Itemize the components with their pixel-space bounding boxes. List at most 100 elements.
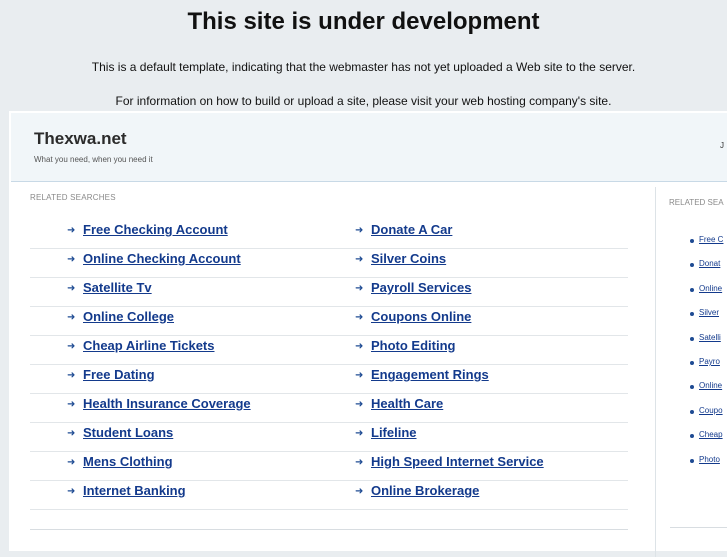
sidebar-section-label: RELATED SEA xyxy=(669,198,724,207)
sidebar-link[interactable]: Silver xyxy=(699,308,719,317)
table-row: ➜ Satellite Tv ➜ Payroll Services xyxy=(30,278,628,307)
notice-line-2: For information on how to build or uploa… xyxy=(115,94,612,108)
sidebar-link[interactable]: Satelli xyxy=(699,333,721,342)
arrow-right-icon: ➜ xyxy=(355,370,364,381)
arrow-right-icon: ➜ xyxy=(67,370,76,381)
search-link-item[interactable]: ➜ Mens Clothing xyxy=(67,452,173,480)
sidebar-link[interactable]: Cheap xyxy=(699,430,723,439)
header-right-text: J xyxy=(720,141,724,150)
arrow-right-icon: ➜ xyxy=(355,341,364,352)
bullet-icon xyxy=(690,434,694,439)
search-link[interactable]: Engagement Rings xyxy=(371,365,489,385)
arrow-right-icon: ➜ xyxy=(67,225,76,236)
bullet-icon xyxy=(690,263,694,268)
search-link-item[interactable]: ➜ Lifeline xyxy=(355,423,417,451)
sidebar-link[interactable]: Donat xyxy=(699,259,720,268)
search-link[interactable]: Internet Banking xyxy=(83,481,186,501)
arrow-right-icon: ➜ xyxy=(67,254,76,265)
bullet-icon xyxy=(690,312,694,317)
search-link-item[interactable]: ➜ Satellite Tv xyxy=(67,278,152,306)
search-link[interactable]: Free Checking Account xyxy=(83,220,228,240)
main-bottom-divider xyxy=(30,529,628,530)
search-link[interactable]: Health Care xyxy=(371,394,443,414)
arrow-right-icon: ➜ xyxy=(67,428,76,439)
search-link-item[interactable]: ➜ Health Insurance Coverage xyxy=(67,394,251,422)
notice-title: This site is under development xyxy=(187,8,540,35)
search-link-item[interactable]: ➜ Cheap Airline Tickets xyxy=(67,336,215,364)
search-link[interactable]: Cheap Airline Tickets xyxy=(83,336,215,356)
search-link[interactable]: Online College xyxy=(83,307,174,327)
search-link-item[interactable]: ➜ Health Care xyxy=(355,394,443,422)
arrow-right-icon: ➜ xyxy=(355,312,364,323)
search-link[interactable]: Photo Editing xyxy=(371,336,455,356)
search-link[interactable]: Mens Clothing xyxy=(83,452,173,472)
bullet-icon xyxy=(690,458,694,463)
sidebar-link[interactable]: Online xyxy=(699,284,722,293)
table-row: ➜ Online College ➜ Coupons Online xyxy=(30,307,628,336)
search-link-item[interactable]: ➜ Online College xyxy=(67,307,174,335)
site-tagline: What you need, when you need it xyxy=(34,155,153,164)
search-link[interactable]: Lifeline xyxy=(371,423,417,443)
notice-line-1: This is a default template, indicating t… xyxy=(91,60,636,74)
search-link-item[interactable]: ➜ Online Checking Account xyxy=(67,249,241,277)
arrow-right-icon: ➜ xyxy=(355,428,364,439)
table-row: ➜ Health Insurance Coverage ➜ Health Care xyxy=(30,394,628,423)
table-row: ➜ Mens Clothing ➜ High Speed Internet Servi… xyxy=(30,452,628,481)
bullet-icon xyxy=(690,336,694,341)
search-link[interactable]: Online Brokerage xyxy=(371,481,479,501)
search-link[interactable]: Online Checking Account xyxy=(83,249,241,269)
sidebar-link[interactable]: Photo xyxy=(699,455,720,464)
sidebar-bottom-divider xyxy=(670,527,727,528)
section-label: RELATED SEARCHES xyxy=(30,193,116,202)
bullet-icon xyxy=(690,361,694,365)
sidebar-link[interactable]: Payro xyxy=(699,357,720,366)
bullet-icon xyxy=(690,409,694,414)
search-link-item[interactable]: ➜ Internet Banking xyxy=(67,481,186,509)
search-link-item[interactable]: ➜ Free Dating xyxy=(67,365,155,393)
search-link-item[interactable]: ➜ Coupons Online xyxy=(355,307,471,335)
search-link[interactable]: Donate A Car xyxy=(371,220,452,240)
arrow-right-icon: ➜ xyxy=(355,283,364,294)
search-link-item[interactable]: ➜ Donate A Car xyxy=(355,220,452,248)
search-link[interactable]: Free Dating xyxy=(83,365,155,385)
arrow-right-icon: ➜ xyxy=(355,254,364,265)
arrow-right-icon: ➜ xyxy=(355,486,364,497)
search-link-item[interactable]: ➜ High Speed Internet Service xyxy=(355,452,544,480)
site-header: Thexwa.net What you need, when you need … xyxy=(11,113,727,182)
arrow-right-icon: ➜ xyxy=(355,457,364,468)
sidebar-link[interactable]: Coupo xyxy=(699,406,723,415)
sidebar-link[interactable]: Free C xyxy=(699,235,723,244)
search-link-item[interactable]: ➜ Engagement Rings xyxy=(355,365,489,393)
search-link[interactable]: Payroll Services xyxy=(371,278,471,298)
arrow-right-icon: ➜ xyxy=(67,312,76,323)
site-name[interactable]: Thexwa.net xyxy=(34,129,127,149)
search-link[interactable]: High Speed Internet Service xyxy=(371,452,544,472)
bullet-icon xyxy=(690,287,694,292)
search-link-item[interactable]: ➜ Free Checking Account xyxy=(67,220,228,248)
sidebar-link[interactable]: Online xyxy=(699,381,722,390)
search-link[interactable]: Coupons Online xyxy=(371,307,471,327)
search-link[interactable]: Silver Coins xyxy=(371,249,446,269)
table-row: ➜ Free Dating ➜ Engagement Rings xyxy=(30,365,628,394)
arrow-right-icon: ➜ xyxy=(67,341,76,352)
table-row: ➜ Cheap Airline Tickets ➜ Photo Editing xyxy=(30,336,628,365)
arrow-right-icon: ➜ xyxy=(67,457,76,468)
search-link[interactable]: Satellite Tv xyxy=(83,278,152,298)
search-link[interactable]: Student Loans xyxy=(83,423,173,443)
arrow-right-icon: ➜ xyxy=(67,486,76,497)
search-link-item[interactable]: ➜ Photo Editing xyxy=(355,336,455,364)
search-link-item[interactable]: ➜ Online Brokerage xyxy=(355,481,479,509)
table-row: ➜ Internet Banking ➜ Online Brokerage xyxy=(30,481,628,510)
search-link-item[interactable]: ➜ Payroll Services xyxy=(355,278,471,306)
related-searches-sidebar: RELATED SEA Free C Donat Online Silver Satel… xyxy=(655,187,727,557)
search-link-item[interactable]: ➜ Student Loans xyxy=(67,423,173,451)
search-link-item[interactable]: ➜ Silver Coins xyxy=(355,249,446,277)
arrow-right-icon: ➜ xyxy=(355,225,364,236)
arrow-right-icon: ➜ xyxy=(355,399,364,410)
table-row: ➜ Online Checking Account ➜ Silver Coins xyxy=(30,249,628,278)
bullet-icon xyxy=(690,239,694,243)
search-link[interactable]: Health Insurance Coverage xyxy=(83,394,251,414)
table-row: ➜ Student Loans ➜ Lifeline xyxy=(30,423,628,452)
arrow-right-icon: ➜ xyxy=(67,399,76,410)
bullet-icon xyxy=(690,385,694,390)
